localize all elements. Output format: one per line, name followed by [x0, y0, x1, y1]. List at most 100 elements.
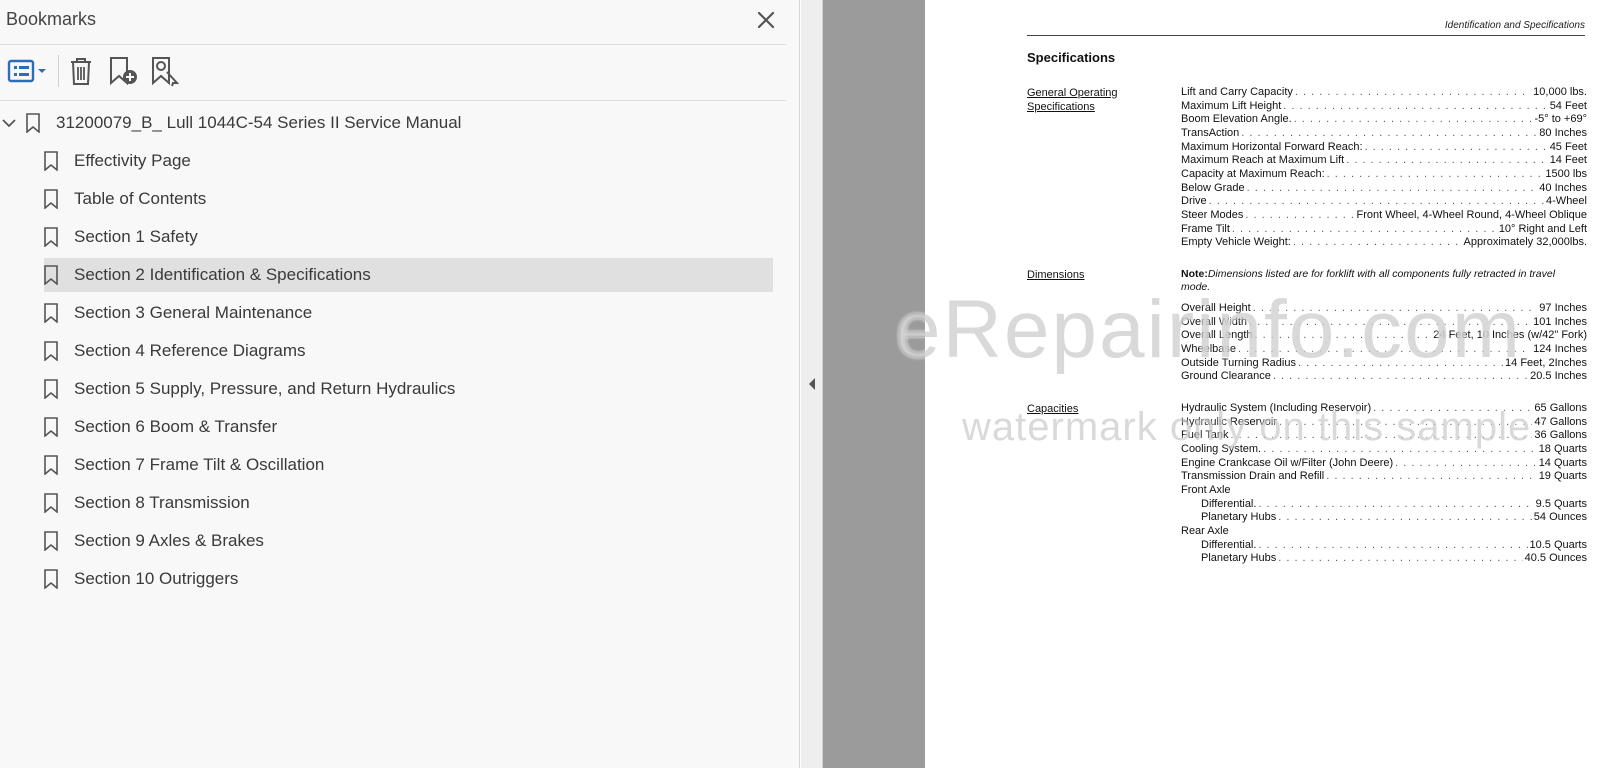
bookmark-label: Section 2 Identification & Specification… — [74, 265, 371, 284]
spec-name: Outside Turning Radius — [1181, 356, 1296, 369]
leader-dots — [1295, 85, 1531, 99]
leader-dots — [1249, 315, 1531, 329]
bookmark-item[interactable]: Table of Contents — [44, 182, 744, 216]
spec-value: 65 Gallons — [1534, 402, 1587, 414]
section-label-dimensions: Dimensions — [1027, 269, 1085, 281]
leader-dots — [1278, 510, 1532, 524]
spec-row: Wheelbase 124 Inches — [1181, 342, 1587, 356]
leader-dots — [1279, 415, 1532, 429]
section-label-general-line2: Specifications — [1027, 101, 1095, 113]
bookmark-item[interactable]: Section 8 Transmission — [44, 486, 744, 520]
spec-name: Below Grade — [1181, 181, 1245, 194]
bookmark-label: Table of Contents — [74, 189, 207, 208]
spec-row: Maximum Lift Height 54 Feet — [1181, 99, 1587, 113]
section-label-capacities: Capacities — [1027, 403, 1079, 415]
spec-value: 97 Inches — [1539, 302, 1587, 314]
spec-row: Planetary Hubs 40.5 Ounces — [1201, 551, 1587, 565]
spec-row: Outside Turning Radius 14 Feet, 2Inches — [1181, 356, 1587, 370]
bookmark-item[interactable]: Section 9 Axles & Brakes — [44, 524, 744, 558]
header-rule — [1027, 35, 1585, 36]
spec-value: 14 Quarts — [1538, 456, 1587, 469]
leader-dots — [1245, 208, 1354, 222]
bookmark-icon — [44, 379, 58, 399]
spec-value: 9.5 Quarts — [1535, 497, 1587, 510]
spec-name: Overall Length — [1181, 329, 1253, 342]
section-label-general-line1: General Operating — [1027, 87, 1118, 99]
spec-row: Empty Vehicle Weight: Approximately 32,00… — [1181, 235, 1587, 249]
bookmark-item[interactable]: Section 2 Identification & Specification… — [44, 258, 773, 292]
spec-value: Front Wheel, 4-Wheel Round, 4-Wheel Obli… — [1356, 208, 1588, 221]
spec-value: 24 Feet, 10 Inches (w/42" Fork) — [1433, 329, 1587, 342]
collapse-arrow-icon[interactable] — [807, 377, 817, 391]
spec-name: Empty Vehicle Weight: — [1181, 236, 1291, 249]
leader-dots — [1346, 153, 1547, 167]
spec-name: Hydraulic Reservoir — [1181, 415, 1277, 428]
leader-dots — [1327, 167, 1544, 181]
spec-value: 36 Gallons — [1534, 429, 1587, 442]
bookmark-item[interactable]: Section 6 Boom & Transfer — [44, 410, 744, 444]
bookmark-item[interactable]: Section 10 Outriggers — [44, 562, 744, 596]
bookmark-icon — [44, 493, 58, 513]
bookmarks-toolbar — [0, 45, 786, 101]
close-panel-button[interactable] — [752, 6, 780, 34]
bookmark-icon — [44, 189, 58, 209]
bookmark-label: Section 5 Supply, Pressure, and Return H… — [74, 379, 456, 398]
spec-row: Lift and Carry Capacity 10,000 lbs. — [1181, 85, 1587, 99]
spec-value: 124 Inches — [1533, 342, 1587, 355]
delete-bookmark-button[interactable] — [66, 54, 96, 88]
bookmark-root-label: 31200079_B_ Lull 1044C-54 Series II Serv… — [56, 113, 462, 132]
bookmark-item[interactable]: Section 5 Supply, Pressure, and Return H… — [44, 372, 744, 406]
spec-row: Differential. 9.5 Quarts — [1201, 497, 1587, 511]
bookmark-root[interactable]: 31200079_B_ Lull 1044C-54 Series II Serv… — [0, 106, 780, 140]
spec-row: Drive 4-Wheel — [1181, 194, 1587, 208]
panel-splitter[interactable] — [801, 0, 823, 768]
bookmark-label: Section 6 Boom & Transfer — [74, 417, 278, 436]
leader-dots — [1273, 369, 1528, 383]
bookmark-item[interactable]: Section 3 General Maintenance — [44, 296, 744, 330]
spec-value: -5° to +69° — [1534, 113, 1587, 126]
dimensions-note: Note:Dimensions listed are for forklift … — [1181, 268, 1571, 294]
spec-row: Differential. 10.5 Quarts — [1201, 538, 1587, 552]
leader-dots — [1247, 181, 1538, 195]
leader-dots — [1298, 356, 1503, 370]
spec-value: 101 Inches — [1533, 315, 1587, 328]
spec-value: 20.5 Inches — [1530, 370, 1587, 383]
bookmark-icon — [44, 455, 58, 475]
bookmark-icon — [44, 341, 58, 361]
bookmark-icon — [44, 265, 58, 285]
spec-row: Ground Clearance 20.5 Inches — [1181, 369, 1587, 383]
spec-row: TransAction 80 Inches — [1181, 126, 1587, 140]
bookmark-icon — [26, 113, 40, 133]
find-bookmark-button[interactable] — [148, 54, 182, 88]
spec-row: Overall Height 97 Inches — [1181, 301, 1587, 315]
bookmark-item[interactable]: Section 4 Reference Diagrams — [44, 334, 744, 368]
bookmark-item[interactable]: Section 1 Safety — [44, 220, 744, 254]
bookmark-item[interactable]: Effectivity Page — [44, 144, 744, 178]
leader-dots — [1293, 235, 1462, 249]
trash-icon — [71, 58, 91, 85]
bookmark-item[interactable]: Section 7 Frame Tilt & Oscillation — [44, 448, 744, 482]
toolbar-separator — [58, 55, 59, 87]
spec-value: 18 Quarts — [1538, 442, 1587, 455]
spec-row: Below Grade 40 Inches — [1181, 181, 1587, 195]
spec-value: 14 Feet — [1549, 154, 1587, 167]
close-icon — [757, 11, 775, 29]
spec-name: Differential. — [1201, 538, 1257, 551]
new-bookmark-button[interactable] — [106, 54, 140, 88]
spec-subheading: Front Axle — [1181, 483, 1231, 496]
leader-dots — [1365, 140, 1548, 154]
spec-name: Transmission Drain and Refill — [1181, 470, 1325, 483]
spec-subheading: Rear Axle — [1181, 524, 1229, 537]
chevron-down-icon[interactable] — [2, 116, 16, 130]
page-title: Specifications — [1027, 50, 1116, 65]
spec-row: Fuel Tank 36 Gallons — [1181, 428, 1587, 442]
bookmarks-panel: Bookmarks 31200079_B_ Lull 1044C-54 Seri… — [0, 0, 800, 768]
spec-name: Differential. — [1201, 497, 1257, 510]
options-menu-button[interactable] — [6, 54, 48, 88]
bookmark-icon — [44, 531, 58, 551]
leader-dots — [1231, 428, 1533, 442]
spec-name: Boom Elevation Angle. — [1181, 113, 1292, 126]
spec-value: 40 Inches — [1539, 181, 1587, 194]
bookmark-icon — [44, 227, 58, 247]
spec-row: Steer Modes Front Wheel, 4-Wheel Round, 4… — [1181, 208, 1587, 222]
